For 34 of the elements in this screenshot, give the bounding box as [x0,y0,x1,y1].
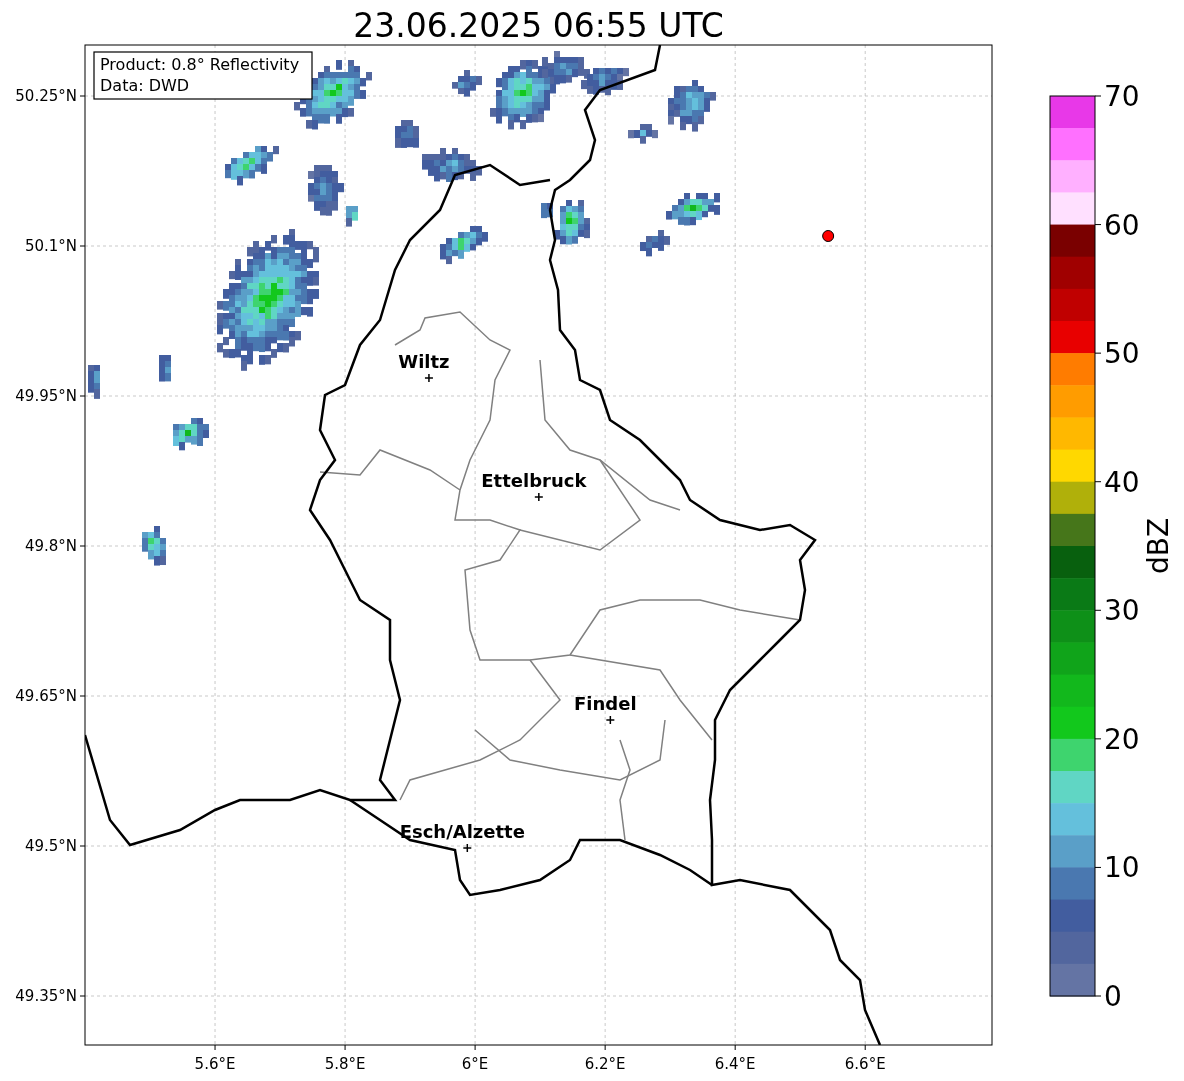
colorbar-tick-label: 10 [1094,851,1140,885]
colorbar-tick-label: 0 [1094,980,1122,1013]
city-label: Ettelbruck [481,470,587,491]
axis-tick-label: 49.8°N [24,537,86,555]
axis-tick-label: 6°E [461,1044,489,1073]
axis-tick-label: 49.5°N [24,837,86,855]
axis-tick-label: 5.6°E [194,1044,236,1073]
city-marker-icon [424,373,434,383]
info-text: Product: 0.8° Reflectivity [100,55,300,74]
axis-tick-label: 5.8°E [324,1044,366,1073]
city-label: Findel [574,693,637,714]
axis-tick-label: 49.65°N [15,687,86,705]
axis-tick-label: 6.2°E [584,1044,626,1073]
city-marker-icon [605,715,616,725]
colorbar-label: dBZ [1142,517,1175,575]
axis-tick-label: 49.35°N [15,987,86,1005]
chart-title: 23.06.2025 06:55 UTC [353,6,724,45]
colorbar-tick-label: 20 [1094,722,1140,756]
colorbar-tick-label: 70 [1094,80,1140,113]
axis-tick-label: 6.6°E [844,1044,886,1073]
info-text: Data: DWD [100,76,190,95]
city-label: Wiltz [398,351,450,372]
colorbar-tick-label: 30 [1094,594,1140,628]
city-label: Esch/Alzette [399,821,525,842]
city-marker-icon [462,843,473,853]
colorbar-tick-label: 40 [1094,465,1140,499]
axis-tick-label: 49.95°N [15,387,86,405]
colorbar-tick-label: 60 [1094,208,1140,242]
axis-tick-label: 50.1°N [24,237,86,255]
city-marker-icon [534,492,544,502]
radar-site-marker [822,230,835,242]
colorbar-tick-label: 50 [1094,337,1140,371]
axis-tick-label: 50.25°N [15,87,86,105]
axis-tick-label: 6.4°E [714,1044,756,1073]
